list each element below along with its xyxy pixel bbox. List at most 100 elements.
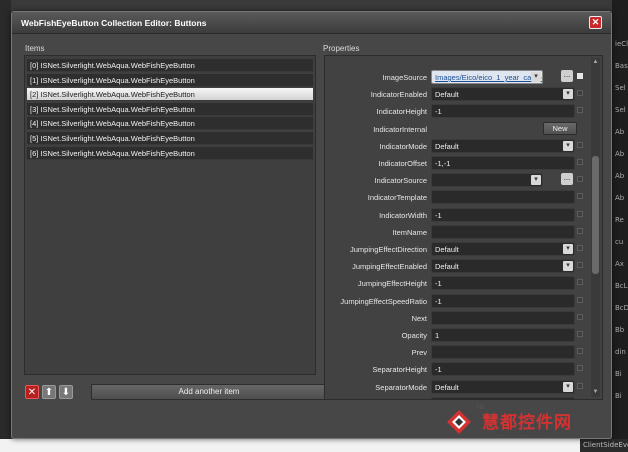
scroll-up-icon[interactable]: ▲ [591, 58, 600, 67]
property-dropdown[interactable]: Default ▾ [431, 259, 575, 274]
arrow-up-icon: ⬆ [44, 387, 54, 398]
property-value: Default [435, 262, 459, 272]
property-marker-icon[interactable] [577, 176, 583, 183]
background-label: BcD [615, 304, 628, 312]
property-marker-icon[interactable] [577, 279, 583, 286]
list-item[interactable]: [5] ISNet.Silverlight.WebAqua.WebFishEye… [27, 132, 313, 145]
delete-item-button[interactable]: ✕ [25, 385, 39, 399]
property-name: IndicatorEnabled [370, 90, 427, 100]
property-marker-icon[interactable] [577, 73, 583, 79]
property-input[interactable]: -1 [431, 396, 575, 399]
property-marker-icon[interactable] [577, 245, 583, 251]
property-row: JumpingEffectHeight -1 [325, 275, 587, 292]
items-list[interactable]: [0] ISNet.Silverlight.WebAqua.WebFishEye… [24, 55, 316, 375]
property-marker-icon[interactable] [577, 262, 583, 269]
list-item[interactable]: [0] ISNet.Silverlight.WebAqua.WebFishEye… [27, 59, 313, 72]
move-up-button[interactable]: ⬆ [42, 385, 56, 399]
chevron-down-icon[interactable]: ▾ [563, 261, 573, 272]
property-input[interactable]: -1 [431, 276, 575, 291]
properties-grid[interactable]: ▲ ▼ ImageSource Images/Eico/eico_1_year_c… [324, 55, 603, 400]
property-name: IndicatorInternal [373, 124, 427, 134]
scroll-thumb[interactable] [592, 156, 599, 274]
list-item[interactable]: [1] ISNet.Silverlight.WebAqua.WebFishEye… [27, 73, 313, 87]
property-row: JumpingEffectEnabled Default ▾ [325, 258, 587, 275]
scroll-down-icon[interactable]: ▼ [591, 388, 600, 397]
property-marker-icon[interactable] [577, 210, 583, 217]
property-input[interactable]: -1,-1 [431, 156, 575, 170]
background-bottom-strip [0, 439, 628, 452]
chevron-down-icon[interactable]: ▾ [563, 244, 573, 254]
watermark-logo [447, 410, 471, 434]
property-value: Images/Eico/eico_1_year_candle [435, 73, 543, 82]
property-marker-icon[interactable] [577, 348, 583, 355]
new-button[interactable]: New [543, 121, 577, 135]
items-toolbar: ✕ ⬆ ⬇ Add another item [25, 383, 327, 402]
property-name: IndicatorMode [379, 141, 427, 151]
chevron-down-icon[interactable]: ▾ [531, 175, 541, 186]
property-input[interactable]: -1 [431, 207, 575, 222]
property-dropdown[interactable]: Default ▾ [431, 379, 575, 394]
property-input[interactable]: 1 [431, 328, 575, 342]
property-input[interactable]: -1 [431, 293, 575, 308]
watermark: TM 慧都控件网 WWW.EVGET.COM [446, 405, 612, 439]
property-input[interactable] [431, 310, 575, 325]
property-dropdown[interactable]: Default ▾ [431, 138, 575, 153]
property-marker-icon[interactable] [577, 313, 583, 320]
title-bar[interactable]: WebFishEyeButton Collection Editor: Butt… [12, 12, 611, 34]
browse-button[interactable]: ... [561, 173, 573, 186]
property-input[interactable] [431, 190, 575, 205]
property-row: JumpingEffectDirection Default ▾ [325, 241, 587, 258]
property-marker-icon[interactable] [577, 159, 583, 165]
property-row: JumpingEffectSpeedRatio -1 [325, 293, 587, 310]
properties-scrollbar[interactable]: ▲ ▼ [591, 58, 600, 397]
property-name: SeparatorMode [375, 382, 427, 392]
property-name: JumpingEffectSpeedRatio [340, 296, 427, 306]
close-button[interactable]: ✕ [589, 16, 602, 29]
background-label: Ab [615, 150, 625, 158]
chevron-down-icon[interactable]: ▾ [531, 72, 541, 82]
property-value: Default [435, 245, 459, 254]
watermark-url: WWW.EVGET.COM [496, 429, 551, 436]
background-label: Re [615, 216, 624, 224]
property-marker-icon[interactable] [577, 227, 583, 234]
property-row: IndicatorSource ▾... [325, 172, 587, 189]
property-marker-icon[interactable] [577, 107, 583, 114]
browse-button[interactable]: ... [561, 70, 573, 82]
add-item-button[interactable]: Add another item [91, 384, 327, 400]
chevron-down-icon[interactable]: ▾ [563, 140, 573, 151]
chevron-down-icon[interactable]: ▾ [563, 89, 573, 100]
property-input[interactable] [431, 224, 575, 239]
list-item[interactable]: [4] ISNet.Silverlight.WebAqua.WebFishEye… [27, 117, 313, 131]
property-dropdown[interactable]: Images/Eico/eico_1_year_candle ▾ [431, 70, 543, 84]
property-row: IndicatorWidth -1 [325, 207, 587, 224]
background-label: Sel [615, 84, 626, 92]
move-down-button[interactable]: ⬇ [59, 385, 73, 399]
property-marker-icon[interactable] [577, 365, 583, 372]
property-dropdown[interactable]: Default ▾ [431, 87, 575, 102]
property-row: IndicatorTemplate [325, 189, 587, 206]
property-marker-icon[interactable] [577, 193, 583, 200]
background-label: BasV [615, 62, 628, 70]
property-marker-icon[interactable] [577, 141, 583, 148]
property-row: SeparatorHeight -1 [325, 361, 587, 378]
property-dropdown[interactable]: ▾ [431, 173, 543, 188]
property-input[interactable]: -1 [431, 362, 575, 377]
property-input[interactable]: -1 [431, 104, 575, 119]
property-marker-icon[interactable] [577, 382, 583, 389]
property-value: Default [435, 141, 459, 151]
property-input[interactable] [431, 345, 575, 360]
property-marker-icon[interactable] [577, 90, 583, 97]
list-item[interactable]: [2] ISNet.Silverlight.WebAqua.WebFishEye… [27, 88, 313, 102]
property-dropdown[interactable]: Default ▾ [431, 242, 575, 256]
background-label: Bb [615, 326, 625, 334]
background-label: Ab [615, 194, 625, 202]
property-marker-icon[interactable] [577, 296, 583, 303]
arrow-down-icon: ⬇ [61, 387, 71, 398]
chevron-down-icon[interactable]: ▾ [563, 381, 573, 392]
background-bottom-label: ClientSideEve [580, 439, 628, 452]
list-item[interactable]: [6] ISNet.Silverlight.WebAqua.WebFishEye… [27, 146, 313, 160]
property-name: JumpingEffectEnabled [352, 262, 427, 272]
list-item[interactable]: [3] ISNet.Silverlight.WebAqua.WebFishEye… [27, 102, 313, 116]
property-marker-icon[interactable] [577, 331, 583, 337]
property-row: SeparatorMode Default ▾ [325, 379, 587, 396]
